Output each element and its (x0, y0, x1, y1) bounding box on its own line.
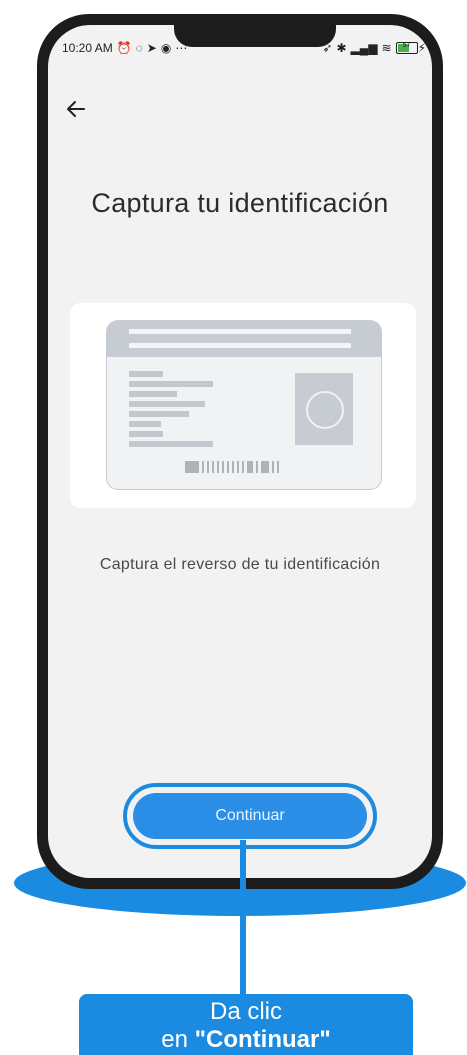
id-card-back-icon (106, 320, 382, 490)
callout-line-2: en "Continuar" (79, 1026, 413, 1054)
signal-icon: ▂▄▆ (350, 41, 378, 55)
back-button[interactable] (66, 95, 94, 123)
messenger-icon: ◉ (160, 41, 172, 55)
battery-level: 57 (402, 42, 411, 49)
callout-line-2-bold: "Continuar" (194, 1026, 331, 1053)
status-time: 10:20 AM (62, 41, 113, 55)
phone-frame: 10:20 AM ⏰ ◌ ➤ ◉ ⋯ ➶ ✱ ▂▄▆ ≋ 57 ⚡ Captur… (37, 14, 443, 889)
more-icon: ⋯ (175, 41, 188, 55)
send-icon: ➤ (146, 41, 157, 55)
location-icon: ➶ (322, 41, 333, 55)
continue-highlight: Continuar (123, 783, 377, 849)
battery-icon: 57 ⚡ (395, 41, 426, 55)
instruction-text: Captura el reverso de tu identificación (99, 556, 381, 573)
alarm-icon: ⏰ (116, 41, 132, 55)
page-title: Captura tu identificación (91, 188, 389, 218)
bluetooth-icon: ✱ (336, 41, 347, 55)
status-bar: 10:20 AM ⏰ ◌ ➤ ◉ ⋯ ➶ ✱ ▂▄▆ ≋ 57 ⚡ (62, 37, 426, 59)
continue-button[interactable]: Continuar (133, 793, 367, 839)
whatsapp-icon: ◌ (135, 41, 143, 55)
callout-line-2-prefix: en (161, 1026, 195, 1053)
wifi-icon: ≋ (381, 41, 392, 55)
phone-screen: 10:20 AM ⏰ ◌ ➤ ◉ ⋯ ➶ ✱ ▂▄▆ ≋ 57 ⚡ Captur… (48, 25, 432, 878)
id-illustration-card (70, 303, 416, 508)
arrow-left-icon (67, 101, 85, 117)
callout-line-1: Da clic (209, 998, 282, 1025)
callout-connector (240, 840, 246, 998)
callout-box: Da clic en "Continuar" (79, 994, 413, 1055)
